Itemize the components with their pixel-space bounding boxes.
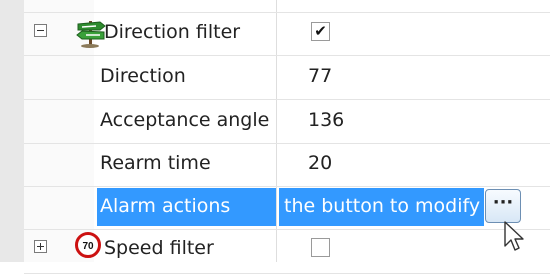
property-value: the button to modify: [284, 195, 481, 217]
property-name: Direction filter: [104, 21, 241, 43]
row-direction[interactable]: Direction 77: [24, 56, 550, 100]
property-name: Acceptance angle: [100, 109, 270, 131]
selected-value-cell[interactable]: the button to modify: [279, 188, 484, 226]
property-grid: Direction filter ✔ Direction 77 Acceptan…: [0, 0, 550, 274]
property-name: Alarm actions: [100, 195, 231, 217]
property-name: Rearm time: [100, 152, 211, 174]
grid-gutter: [0, 0, 25, 262]
property-value[interactable]: 20: [308, 152, 332, 174]
collapse-icon[interactable]: [34, 24, 47, 37]
mouse-pointer-icon: [503, 220, 525, 259]
row-alarm-actions[interactable]: Alarm actions the button to modify ···: [24, 186, 550, 230]
row-acceptance-angle[interactable]: Acceptance angle 136: [24, 100, 550, 144]
property-value[interactable]: 136: [308, 109, 344, 131]
direction-signpost-icon: [74, 18, 108, 53]
ellipsis-button[interactable]: ···: [485, 189, 521, 223]
expand-icon[interactable]: [34, 240, 47, 253]
direction-filter-checkbox[interactable]: ✔: [311, 22, 330, 41]
row-direction-filter[interactable]: Direction filter ✔: [24, 12, 550, 56]
property-value[interactable]: 77: [308, 65, 332, 87]
speed-limit-sign-icon: 70: [75, 232, 101, 263]
row-speed-filter[interactable]: 70 Speed filter: [24, 230, 550, 274]
row-rearm-time[interactable]: Rearm time 20: [24, 143, 550, 187]
speed-filter-checkbox[interactable]: [311, 238, 330, 257]
speed-sign-text: 70: [82, 241, 94, 252]
property-name: Direction: [100, 65, 186, 87]
property-name: Speed filter: [104, 237, 214, 259]
selected-name-cell[interactable]: Alarm actions: [97, 188, 276, 226]
